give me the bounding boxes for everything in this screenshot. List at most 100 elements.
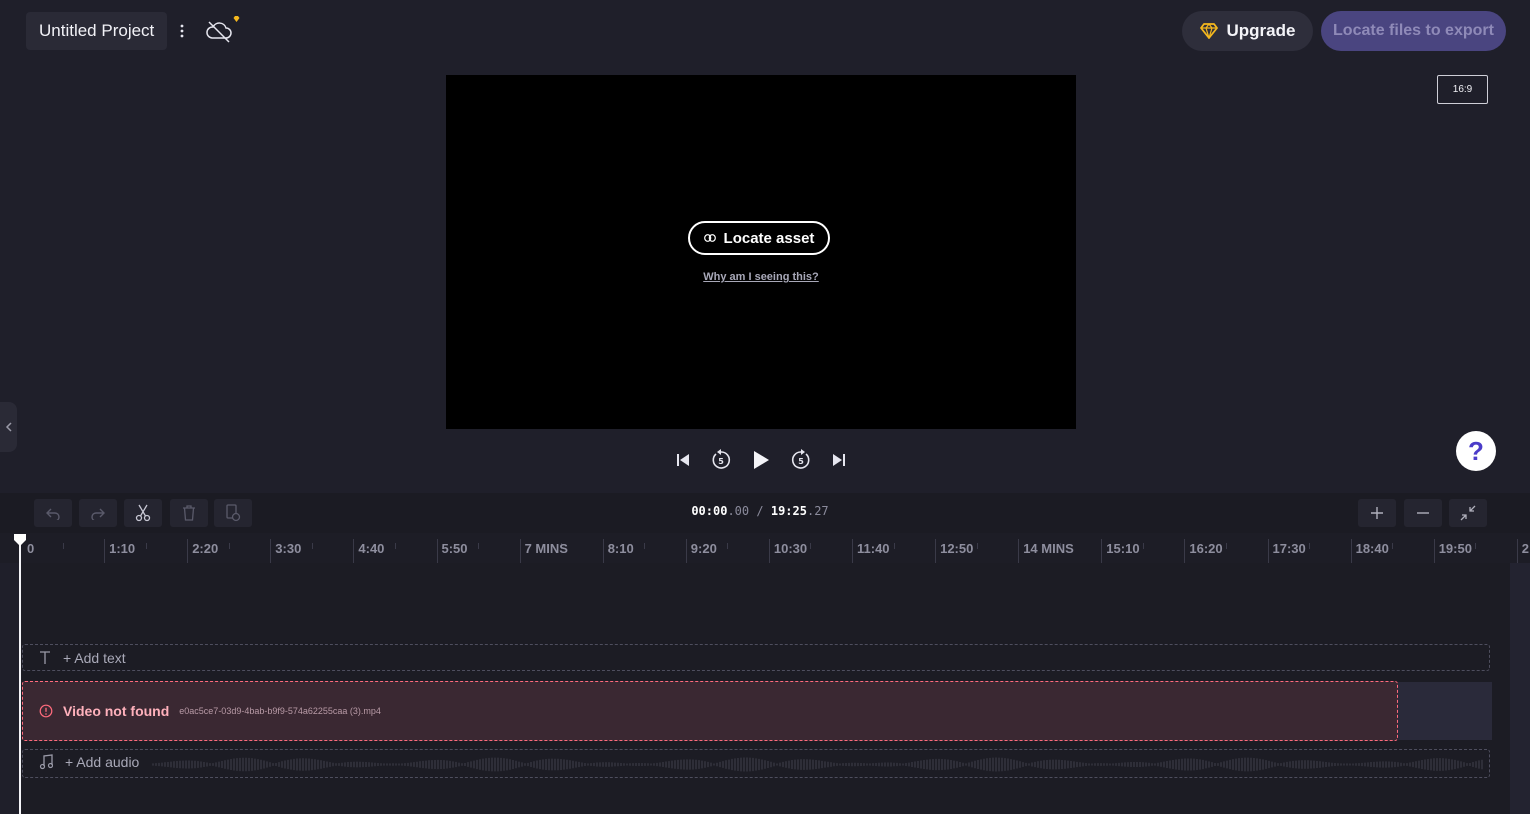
help-button[interactable]: ? xyxy=(1456,431,1496,471)
upgrade-button[interactable]: Upgrade xyxy=(1182,11,1313,51)
help-icon: ? xyxy=(1468,435,1484,466)
more-options-button[interactable] xyxy=(172,20,192,42)
ruler-label: 2:20 xyxy=(192,541,219,556)
playhead-handle-icon[interactable] xyxy=(13,533,27,547)
ruler-minor-tick xyxy=(1225,543,1227,549)
skip-to-end-button[interactable] xyxy=(826,448,852,472)
ruler-minor-tick xyxy=(1475,543,1477,549)
ruler-tick xyxy=(1018,539,1020,563)
ruler-tick xyxy=(270,539,272,563)
ruler-tick xyxy=(187,539,189,563)
ruler-minor-tick xyxy=(62,543,64,549)
ruler-label: 8:10 xyxy=(607,541,634,556)
svg-text:5: 5 xyxy=(718,457,724,466)
current-time-fraction: .00 xyxy=(727,504,750,518)
timeline-scrollbar[interactable] xyxy=(1510,563,1530,814)
ruler-label: 16:20 xyxy=(1189,541,1223,556)
ruler-minor-tick xyxy=(1392,543,1394,549)
timeline-ruler[interactable]: 0 1:10 2:20 3:30 4:40 5:50 7 MINS 8:10 9:20 10:30… xyxy=(0,533,1530,563)
export-label: Locate files to export xyxy=(1333,22,1494,39)
ruler-minor-tick xyxy=(311,543,313,549)
timecode-display: 00:00.00 / 19:25.27 xyxy=(600,504,920,518)
ruler-tick xyxy=(519,539,521,563)
fit-timeline-button[interactable] xyxy=(1449,499,1487,527)
ruler-tick xyxy=(104,539,106,563)
forward-5s-button[interactable]: 5 xyxy=(788,448,814,472)
undo-icon xyxy=(46,508,60,520)
trash-icon xyxy=(183,505,195,521)
premium-gem-icon xyxy=(233,16,240,22)
delete-button[interactable] xyxy=(170,499,208,527)
rewind-5s-button[interactable]: 5 xyxy=(708,448,734,472)
ruler-minor-tick xyxy=(1142,543,1144,549)
upgrade-label: Upgrade xyxy=(1226,21,1296,40)
play-button[interactable] xyxy=(748,448,774,472)
ruler-minor-tick xyxy=(893,543,895,549)
ruler-minor-tick xyxy=(727,543,729,549)
aspect-ratio-button[interactable]: 16:9 xyxy=(1437,75,1488,104)
ruler-minor-tick xyxy=(976,543,978,549)
audio-waveform-placeholder xyxy=(152,757,1483,772)
warning-circle-icon xyxy=(39,704,53,718)
timecode-separator: / xyxy=(756,504,764,518)
ruler-tick xyxy=(1267,539,1269,563)
ruler-minor-tick xyxy=(644,543,646,549)
plus-icon xyxy=(1371,507,1383,519)
ruler-tick xyxy=(602,539,604,563)
add-text-label: + Add text xyxy=(63,649,126,666)
aspect-ratio-label: 16:9 xyxy=(1452,84,1473,95)
playhead[interactable] xyxy=(19,540,21,814)
ruler-tick xyxy=(685,539,687,563)
rewind-5-icon: 5 xyxy=(712,449,731,469)
kebab-icon xyxy=(180,24,184,38)
locate-asset-button[interactable]: Locate asset xyxy=(688,221,830,255)
split-button[interactable] xyxy=(124,499,162,527)
project-title-text: Untitled Project xyxy=(39,21,155,40)
ruler-label: 0 xyxy=(27,541,35,556)
text-track[interactable]: + Add text xyxy=(22,644,1490,671)
ruler-tick xyxy=(1184,539,1186,563)
skip-forward-icon xyxy=(833,454,845,466)
diamond-icon xyxy=(1199,23,1218,39)
play-icon xyxy=(754,451,769,469)
ruler-label: 5:50 xyxy=(441,541,468,556)
audio-track[interactable]: + Add audio xyxy=(22,749,1490,778)
video-preview: Locate asset Why am I seeing this? xyxy=(446,75,1076,429)
zoom-out-button[interactable] xyxy=(1404,499,1442,527)
text-icon xyxy=(40,650,50,664)
ruler-tick xyxy=(353,539,355,563)
why-seeing-this-link[interactable]: Why am I seeing this? xyxy=(446,271,1076,283)
ruler-label: 4:40 xyxy=(358,541,385,556)
minus-icon xyxy=(1417,512,1429,514)
locate-files-export-button[interactable]: Locate files to export xyxy=(1321,11,1506,51)
ruler-label: 11:40 xyxy=(857,541,890,556)
zoom-in-button[interactable] xyxy=(1358,499,1396,527)
skip-back-icon xyxy=(677,454,689,466)
redo-button[interactable] xyxy=(79,499,117,527)
add-audio-label: + Add audio xyxy=(65,754,140,770)
project-title[interactable]: Untitled Project xyxy=(26,12,168,50)
skip-to-start-button[interactable] xyxy=(670,448,696,472)
ruler-label: 9:20 xyxy=(690,541,717,556)
ruler-label: 18:40 xyxy=(1355,541,1389,556)
ruler-minor-tick xyxy=(478,543,480,549)
ruler-label: 7 MINS xyxy=(524,541,568,556)
ruler-tick xyxy=(436,539,438,563)
ruler-minor-tick xyxy=(394,543,396,549)
music-note-icon xyxy=(39,754,53,770)
cloud-sync-off-button[interactable] xyxy=(204,14,242,46)
ruler-tick xyxy=(1433,539,1435,563)
video-not-found-label: Video not found xyxy=(63,703,170,719)
collapse-sidebar-button[interactable] xyxy=(0,402,17,452)
redo-icon xyxy=(91,508,105,520)
video-filename: e0ac5ce7-03d9-4bab-b9f9-574a62255caa (3)… xyxy=(179,706,381,716)
add-to-library-button[interactable] xyxy=(214,499,252,527)
missing-video-clip[interactable]: Video not found e0ac5ce7-03d9-4bab-b9f9-… xyxy=(22,681,1398,741)
add-audio: + Add audio xyxy=(39,754,139,770)
ruler-tick xyxy=(1101,539,1103,563)
scissors-icon xyxy=(135,504,151,522)
undo-button[interactable] xyxy=(34,499,72,527)
total-time: 19:25 xyxy=(770,504,807,518)
library-add-icon xyxy=(226,504,241,522)
link-icon xyxy=(703,234,716,242)
